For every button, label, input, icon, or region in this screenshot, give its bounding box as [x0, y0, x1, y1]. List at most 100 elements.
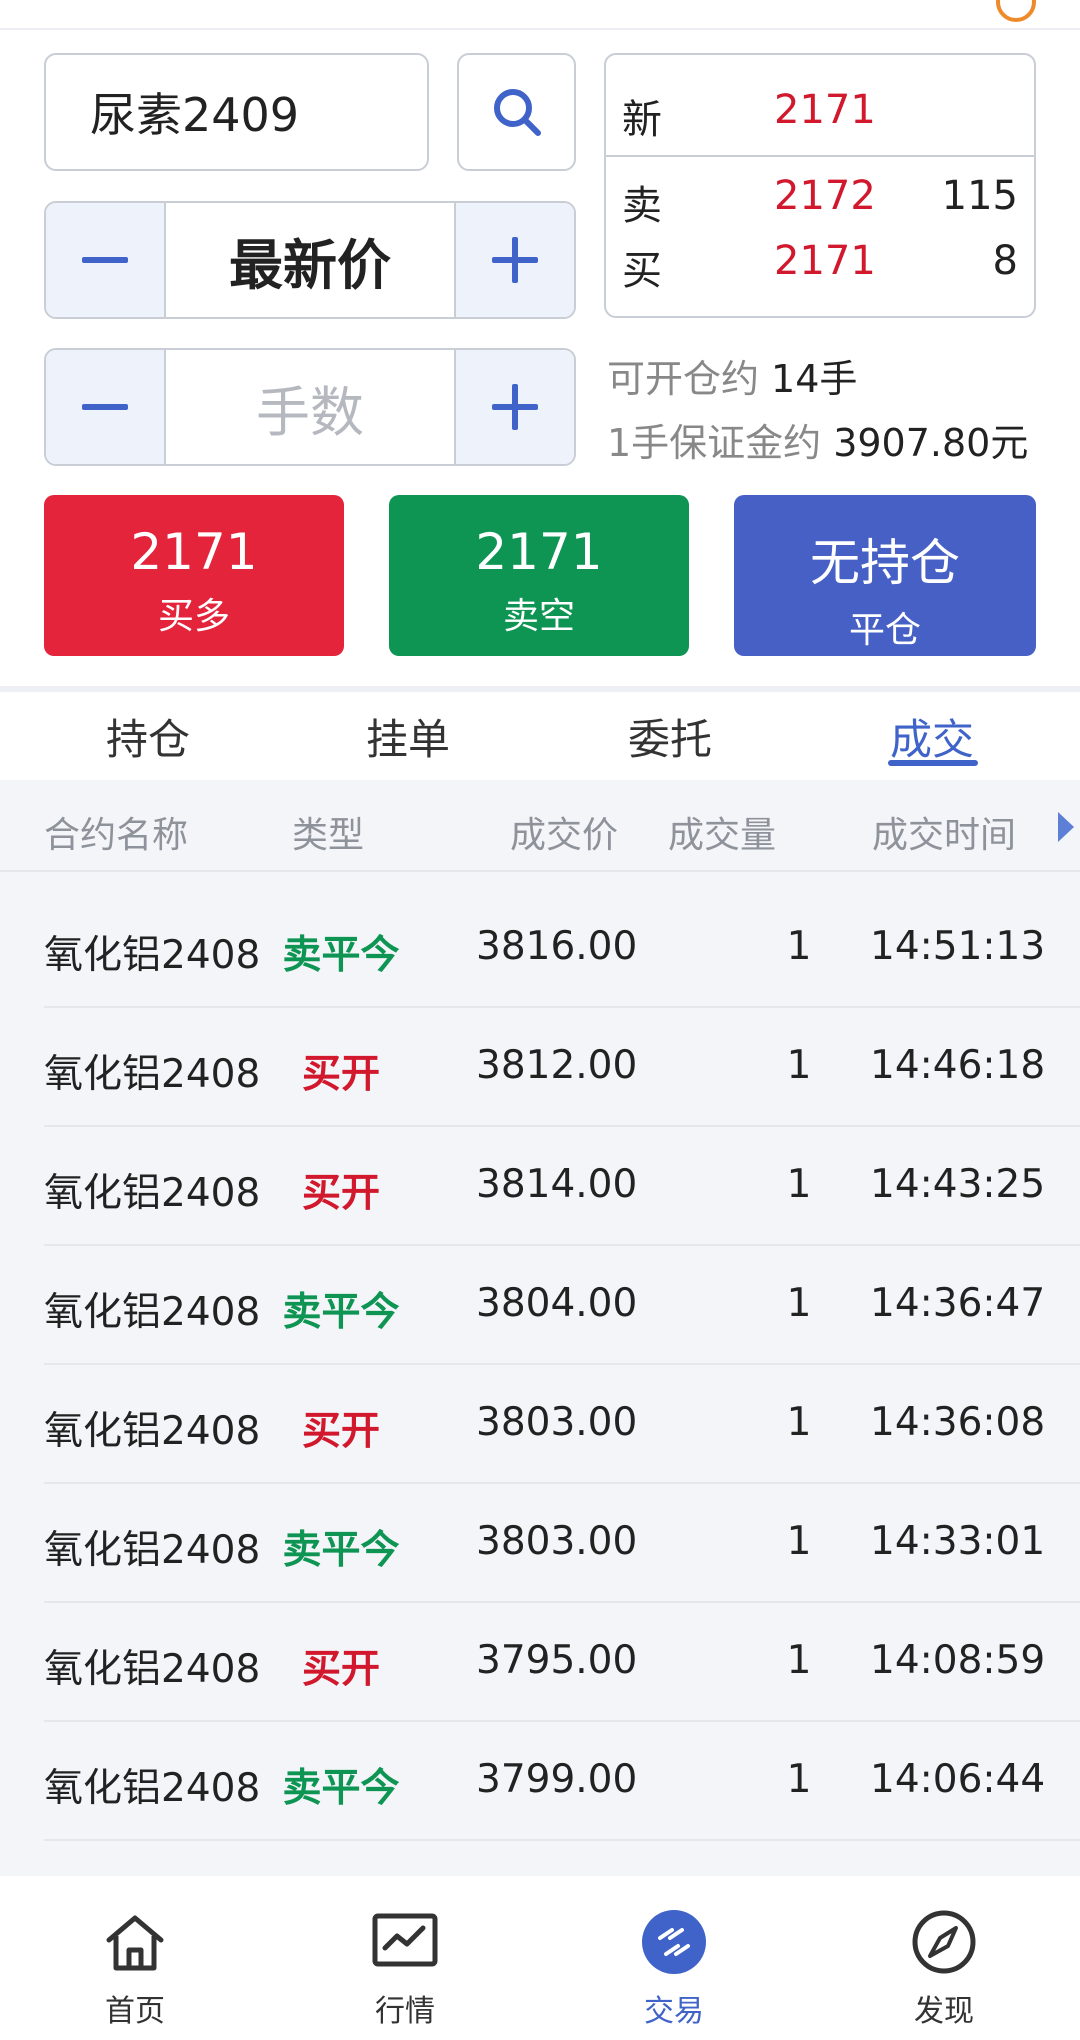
cell-price: 3814.00: [476, 1162, 638, 1207]
tab-trades[interactable]: 成交: [832, 706, 1032, 767]
cell-time: 14:06:44: [870, 1757, 1046, 1802]
cell-type: 买开: [301, 1171, 380, 1216]
tab-orders[interactable]: 委托: [570, 706, 770, 767]
cell-time: 14:33:01: [870, 1519, 1046, 1564]
bid-price: 2171: [774, 238, 876, 284]
buy-long-button[interactable]: 2171 买多: [44, 495, 344, 656]
search-button[interactable]: [457, 53, 576, 171]
cell-contract: 氧化铝2408: [44, 1647, 261, 1692]
price-decrease-button[interactable]: [46, 203, 164, 317]
header-volume: 成交量: [668, 815, 777, 856]
lots-decrease-button[interactable]: [46, 350, 164, 464]
nav-trade-label: 交易: [644, 1994, 704, 2029]
cell-time: 14:36:47: [870, 1281, 1046, 1326]
margin-label: 1手保证金约: [607, 421, 822, 465]
table-row[interactable]: 氧化铝2408 卖平今 3816.00 1 14:51:13: [44, 888, 1080, 1008]
record-tabs: 持仓 挂单 委托 成交: [0, 692, 1080, 780]
close-title: 无持仓: [810, 534, 960, 592]
tab-positions[interactable]: 持仓: [48, 706, 248, 767]
cell-volume: 1: [786, 1638, 812, 1683]
contract-input-value: 尿素2409: [90, 88, 300, 142]
table-row[interactable]: 氧化铝2408 买开 3812.00 1 14:46:18: [44, 1007, 1080, 1127]
last-label: 新: [622, 97, 662, 143]
lots-increase-button[interactable]: [456, 350, 574, 464]
openable-label: 可开仓约: [607, 357, 760, 401]
ask-label: 卖: [622, 183, 662, 229]
nav-market[interactable]: 行情: [305, 1876, 505, 2040]
cell-time: 14:46:18: [870, 1043, 1046, 1088]
cell-time: 14:51:13: [870, 924, 1046, 969]
plus-icon: [492, 384, 538, 430]
cell-volume: 1: [786, 1281, 812, 1326]
cell-price: 3803.00: [476, 1519, 638, 1564]
contract-input[interactable]: 尿素2409: [44, 53, 429, 171]
last-price-row: 新 2171: [606, 87, 1034, 147]
cell-price: 3812.00: [476, 1043, 638, 1088]
cell-price: 3795.00: [476, 1638, 638, 1683]
cell-time: 14:08:59: [870, 1638, 1046, 1683]
margin-info: 1手保证金约 3907.80元: [607, 412, 1028, 467]
bid-volume: 8: [992, 238, 1018, 284]
nav-discover-label: 发现: [914, 1994, 974, 2029]
cell-contract: 氧化铝2408: [44, 1290, 261, 1335]
trade-icon: [642, 1910, 706, 1974]
table-row[interactable]: 氧化铝2408 卖平今 3803.00 1 14:33:01: [44, 1483, 1080, 1603]
search-icon: [493, 89, 541, 136]
sell-price: 2171: [475, 523, 603, 581]
quote-divider: [606, 155, 1034, 157]
cell-type: 卖平今: [282, 1766, 400, 1811]
table-row[interactable]: 氧化铝2408 买开 3803.00 1 14:36:08: [44, 1364, 1080, 1484]
nav-home-label: 首页: [105, 1994, 165, 2029]
cell-volume: 1: [786, 1043, 812, 1088]
cell-type: 卖平今: [282, 933, 400, 978]
cell-contract: 氧化铝2408: [44, 1528, 261, 1573]
plus-icon: [492, 237, 538, 283]
cell-type: 买开: [301, 1052, 380, 1097]
quote-panel: 新 2171 卖 2172 115 买 2171 8: [604, 53, 1036, 318]
cell-price: 3816.00: [476, 924, 638, 969]
ask-row[interactable]: 卖 2172 115: [606, 173, 1034, 233]
margin-value: 3907.80元: [833, 421, 1029, 465]
table-row[interactable]: 氧化铝2408 买开 3795.00 1 14:08:59: [44, 1602, 1080, 1722]
nav-trade[interactable]: 交易: [574, 1876, 774, 2040]
lots-input[interactable]: 手数: [164, 350, 456, 464]
price-increase-button[interactable]: [456, 203, 574, 317]
bid-row[interactable]: 买 2171 8: [606, 238, 1034, 298]
nav-home[interactable]: 首页: [35, 1876, 235, 2040]
header-contract: 合约名称: [44, 815, 189, 856]
bid-label: 买: [622, 248, 662, 294]
scroll-right-icon[interactable]: [1058, 812, 1074, 842]
cell-type: 买开: [301, 1409, 380, 1454]
cell-contract: 氧化铝2408: [44, 1171, 261, 1216]
lots-stepper: 手数: [44, 348, 576, 466]
minus-icon: [82, 257, 128, 263]
cell-volume: 1: [786, 924, 812, 969]
sell-short-button[interactable]: 2171 卖空: [389, 495, 689, 656]
cell-volume: 1: [786, 1757, 812, 1802]
header-time: 成交时间: [872, 815, 1017, 856]
cell-contract: 氧化铝2408: [44, 1052, 261, 1097]
cell-type: 卖平今: [282, 1528, 400, 1573]
home-icon: [106, 1915, 164, 1971]
tab-pending-orders[interactable]: 挂单: [308, 706, 508, 767]
cell-contract: 氧化铝2408: [44, 1409, 261, 1454]
active-tab-indicator: [888, 760, 978, 766]
nav-discover[interactable]: 发现: [844, 1876, 1044, 2040]
cell-type: 卖平今: [282, 1290, 400, 1335]
cell-volume: 1: [786, 1519, 812, 1564]
close-position-button[interactable]: 无持仓 平仓: [734, 495, 1036, 656]
trades-table: 合约名称 类型 成交价 成交量 成交时间 氧化铝2408 卖平今 3816.00 1 1…: [0, 780, 1080, 1876]
compass-icon: [912, 1910, 976, 1974]
table-row[interactable]: 氧化铝2408 卖平今 3804.00 1 14:36:47: [44, 1245, 1080, 1365]
cell-volume: 1: [786, 1400, 812, 1445]
table-row[interactable]: 氧化铝2408 买开 3814.00 1 14:43:25: [44, 1126, 1080, 1246]
cell-volume: 1: [786, 1162, 812, 1207]
account-summary-strip: [0, 0, 1080, 30]
warning-icon[interactable]: [996, 0, 1036, 22]
price-type-field[interactable]: 最新价: [164, 203, 456, 317]
cell-time: 14:43:25: [870, 1162, 1046, 1207]
sell-label: 卖空: [502, 596, 575, 637]
last-price: 2171: [774, 87, 876, 133]
cell-contract: 氧化铝2408: [44, 1766, 261, 1811]
table-row[interactable]: 氧化铝2408 卖平今 3799.00 1 14:06:44: [44, 1721, 1080, 1841]
